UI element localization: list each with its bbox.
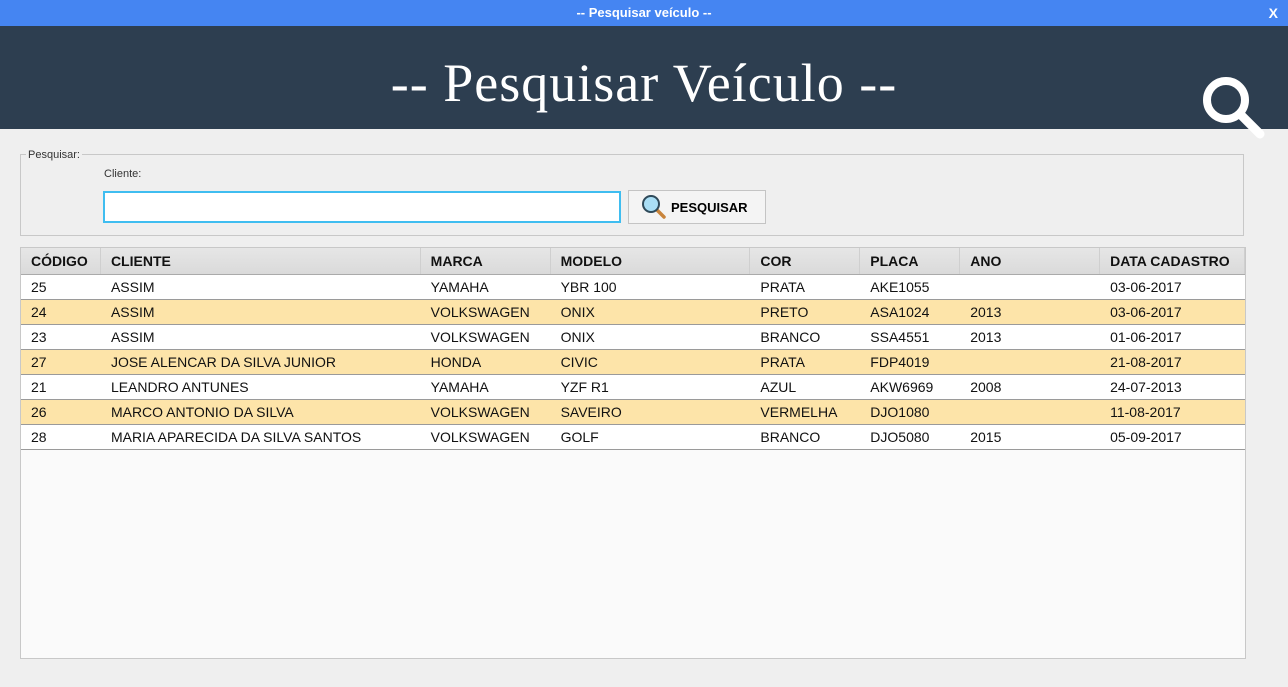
table-cell: 11-08-2017 xyxy=(1110,404,1181,420)
column-header[interactable]: ANO xyxy=(960,248,1101,274)
table-cell: JOSE ALENCAR DA SILVA JUNIOR xyxy=(110,354,337,370)
table-cell: ASSIM xyxy=(110,279,155,295)
table-cell: 2013 xyxy=(970,304,1002,320)
table-cell: 21-08-2017 xyxy=(1110,354,1182,370)
table-cell: 05-09-2017 xyxy=(1110,429,1182,445)
search-icon xyxy=(1203,77,1265,139)
table-cell: ASSIM xyxy=(110,304,155,320)
table-cell: MARCO ANTONIO DA SILVA xyxy=(110,404,294,420)
table-cell: DJO1080 xyxy=(870,404,930,420)
results-table: CÓDIGO CLIENTE MARCA MODELO COR PLACA ANO DATA … xyxy=(20,247,1246,659)
column-header[interactable]: CÓDIGO xyxy=(21,248,101,274)
group-label: Pesquisar: xyxy=(26,149,82,161)
cliente-input[interactable] xyxy=(103,191,621,223)
table-cell: PRATA xyxy=(760,354,805,370)
table-cell: YBR 100 xyxy=(560,279,617,295)
table-cell: HONDA xyxy=(430,354,482,370)
table-cell: 26 xyxy=(31,404,47,420)
column-header[interactable]: CLIENTE xyxy=(101,248,421,274)
column-header[interactable]: DATA CADASTRO xyxy=(1100,248,1245,274)
table-cell: 28 xyxy=(31,429,47,445)
table-cell: 24-07-2013 xyxy=(1110,379,1182,395)
window-title: -- Pesquisar veículo -- xyxy=(576,5,712,20)
table-cell: AKE1055 xyxy=(870,279,930,295)
pesquisar-button[interactable]: PESQUISAR xyxy=(628,190,766,224)
table-row[interactable]: 27 JOSE ALENCAR DA SILVA JUNIOR HONDA CIVIC… xyxy=(21,350,1245,375)
table-cell: AKW6969 xyxy=(870,379,934,395)
column-header[interactable]: MARCA xyxy=(421,248,551,274)
page-title: -- Pesquisar Veículo -- xyxy=(390,53,898,113)
table-cell: YAMAHA xyxy=(430,379,489,395)
table-body: 25 ASSIM YAMAHA YBR 100 PRATA AKE1055 03-06-20… xyxy=(21,275,1245,450)
table-cell: VOLKSWAGEN xyxy=(430,304,530,320)
table-header: CÓDIGO CLIENTE MARCA MODELO COR PLACA ANO DATA … xyxy=(21,248,1245,275)
table-cell: BRANCO xyxy=(760,329,821,345)
table-cell: SSA4551 xyxy=(870,329,930,345)
close-button[interactable]: X xyxy=(1269,0,1278,26)
table-row[interactable]: 24 ASSIM VOLKSWAGEN ONIX PRETO ASA1024 2013 03-… xyxy=(21,300,1245,325)
table-cell: 2015 xyxy=(970,429,1002,445)
cliente-label: Cliente: xyxy=(104,168,142,180)
table-cell: PRATA xyxy=(760,279,805,295)
pesquisar-label: PESQUISAR xyxy=(671,199,748,215)
table-cell: YAMAHA xyxy=(430,279,489,295)
search-group: Pesquisar: Cliente: PESQUISAR xyxy=(20,149,1244,236)
table-cell: YZF R1 xyxy=(560,379,609,395)
table-cell: BRANCO xyxy=(760,429,821,445)
table-cell: FDP4019 xyxy=(870,354,930,370)
table-cell: 01-06-2017 xyxy=(1110,329,1182,345)
magnifier-icon xyxy=(642,195,666,219)
table-row[interactable]: 21 LEANDRO ANTUNES YAMAHA YZF R1 AZUL AKW6969… xyxy=(21,375,1245,400)
table-cell: 24 xyxy=(31,304,47,320)
table-cell: 27 xyxy=(31,354,47,370)
table-cell: 2008 xyxy=(970,379,1002,395)
table-cell: 23 xyxy=(31,329,47,345)
table-cell: 25 xyxy=(31,279,47,295)
table-cell: ONIX xyxy=(560,304,595,320)
table-cell: 21 xyxy=(31,379,47,395)
table-cell: ASA1024 xyxy=(870,304,930,320)
table-cell: AZUL xyxy=(760,379,797,395)
column-header[interactable]: PLACA xyxy=(860,248,961,274)
table-cell: 2013 xyxy=(970,329,1002,345)
table-cell: GOLF xyxy=(560,429,599,445)
header-banner: -- Pesquisar Veículo -- xyxy=(0,26,1288,139)
table-cell: SAVEIRO xyxy=(560,404,622,420)
table-row[interactable]: 25 ASSIM YAMAHA YBR 100 PRATA AKE1055 03-06-20… xyxy=(21,275,1245,300)
table-cell: VOLKSWAGEN xyxy=(430,404,530,420)
column-header[interactable]: MODELO xyxy=(551,248,751,274)
table-cell: VOLKSWAGEN xyxy=(430,329,530,345)
table-row[interactable]: 23 ASSIM VOLKSWAGEN ONIX BRANCO SSA4551 2013 01… xyxy=(21,325,1245,350)
table-row[interactable]: 26 MARCO ANTONIO DA SILVA VOLKSWAGEN SAVEIR… xyxy=(21,400,1245,425)
table-cell: VOLKSWAGEN xyxy=(430,429,530,445)
title-bar: -- Pesquisar veículo -- X xyxy=(0,0,1288,26)
column-header[interactable]: COR xyxy=(750,248,861,274)
table-cell: ONIX xyxy=(560,329,595,345)
table-cell: ASSIM xyxy=(110,329,155,345)
table-cell: LEANDRO ANTUNES xyxy=(110,379,249,395)
table-cell: 03-06-2017 xyxy=(1110,279,1182,295)
table-cell: MARIA APARECIDA DA SILVA SANTOS xyxy=(110,429,362,445)
table-cell: PRETO xyxy=(760,304,809,320)
table-cell: VERMELHA xyxy=(760,404,838,420)
table-cell: DJO5080 xyxy=(870,429,930,445)
table-row[interactable]: 28 MARIA APARECIDA DA SILVA SANTOS VOLKSWA… xyxy=(21,425,1245,450)
table-cell: CIVIC xyxy=(560,354,598,370)
table-cell: 03-06-2017 xyxy=(1110,304,1182,320)
